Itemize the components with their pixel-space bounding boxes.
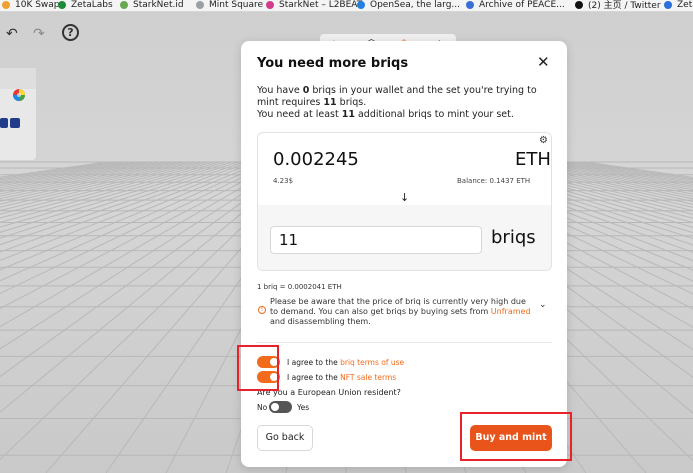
- currency-label: ETH: [515, 149, 551, 170]
- warning-text: and disassembling them.: [270, 317, 371, 326]
- bookmark-item[interactable]: OpenSea, the larg...: [357, 0, 460, 11]
- bookmark-label: Archive of PEACE...: [479, 0, 565, 10]
- color-swatch[interactable]: [0, 118, 8, 128]
- bookmark-item[interactable]: Archive of PEACE...: [466, 0, 565, 11]
- intro-text: additional briqs to mint your set.: [354, 109, 514, 120]
- intro-text: briqs.: [336, 97, 367, 108]
- bookmark-favicon-icon: [266, 0, 274, 9]
- usd-price: 4.23$: [273, 177, 294, 185]
- bookmark-label: Zeta: [677, 0, 693, 10]
- bookmark-favicon-icon: [575, 0, 583, 9]
- bookmark-label: ZetaLabs: [71, 0, 113, 10]
- bookmark-favicon-icon: [196, 0, 204, 9]
- briq-terms-label: I agree to the briq terms of use: [287, 358, 404, 367]
- intro-text: You have: [257, 85, 303, 96]
- eu-yes-label: Yes: [297, 403, 310, 412]
- agree-text: I agree to the: [287, 373, 341, 382]
- price-section: ⚙ 0.002245 ETH 4.23$ Balance: 0.1437 ETH…: [258, 133, 551, 205]
- eu-resident-toggle[interactable]: [269, 401, 292, 413]
- bookmark-label: OpenSea, the larg...: [370, 0, 461, 10]
- eth-price: 0.002245: [273, 149, 359, 170]
- nft-terms-link[interactable]: NFT sale terms: [340, 373, 396, 382]
- quantity-section: briqs: [258, 205, 551, 270]
- nft-terms-label: I agree to the NFT sale terms: [287, 373, 396, 382]
- bookmark-label: StarkNet – L2BEAT: [279, 0, 363, 10]
- warning-text: Please be aware that the price of briq i…: [270, 297, 526, 316]
- palette-panel: [0, 68, 36, 160]
- bookmark-item[interactable]: ZetaLabs: [58, 0, 113, 11]
- arrow-down-icon: ↓: [400, 191, 410, 204]
- bookmark-label: StarkNet.id: [133, 0, 184, 10]
- bookmark-item[interactable]: (2) 主页 / Twitter: [575, 0, 661, 11]
- highlight-mint: [460, 412, 572, 461]
- exchange-rate: 1 briq = 0.0002041 ETH: [257, 283, 342, 291]
- dialog-intro: You have 0 briqs in your wallet and the …: [257, 85, 557, 121]
- divider: [257, 342, 552, 343]
- redo-icon[interactable]: ↷: [33, 26, 45, 42]
- warning-icon: !: [258, 306, 266, 314]
- bookmark-favicon-icon: [466, 0, 474, 9]
- bookmark-item[interactable]: Mint Square: [196, 0, 263, 11]
- undo-icon[interactable]: ↶: [6, 26, 18, 42]
- needed-count: 11: [341, 109, 355, 120]
- price-warning: Please be aware that the price of briq i…: [270, 297, 534, 327]
- wallet-balance: Balance: 0.1437 ETH: [457, 177, 531, 185]
- mint-dialog: You need more briqs ✕ You have 0 briqs i…: [241, 41, 567, 467]
- required-count: 11: [323, 97, 337, 108]
- intro-text: You need at least: [257, 109, 342, 120]
- briq-terms-link[interactable]: briq terms of use: [340, 358, 404, 367]
- bookmark-favicon-icon: [2, 0, 10, 9]
- quantity-input[interactable]: [270, 226, 482, 254]
- color-wheel-icon[interactable]: [12, 88, 26, 102]
- highlight-terms: [237, 345, 279, 391]
- quote-box: ⚙ 0.002245 ETH 4.23$ Balance: 0.1437 ETH…: [257, 132, 552, 271]
- help-icon[interactable]: ?: [62, 24, 79, 41]
- chevron-down-icon[interactable]: ⌄: [539, 300, 547, 310]
- palette-header: [0, 68, 36, 89]
- bookmarks-bar: 10K Swap ZetaLabs StarkNet.id Mint Square St…: [0, 0, 693, 12]
- dialog-title: You need more briqs: [257, 56, 409, 71]
- color-swatch[interactable]: [10, 118, 20, 128]
- close-icon[interactable]: ✕: [537, 53, 550, 71]
- settings-icon[interactable]: ⚙: [539, 135, 548, 146]
- eu-no-label: No: [257, 403, 268, 412]
- bookmark-label: (2) 主页 / Twitter: [588, 1, 661, 11]
- bookmark-favicon-icon: [357, 0, 365, 9]
- bookmark-item[interactable]: StarkNet – L2BEAT: [266, 0, 362, 11]
- unframed-link[interactable]: Unframed: [491, 307, 531, 316]
- agree-text: I agree to the: [287, 358, 341, 367]
- bookmark-label: 10K Swap: [15, 0, 60, 10]
- bookmark-item[interactable]: 10K Swap: [2, 0, 60, 11]
- bookmark-label: Mint Square: [209, 0, 264, 10]
- bookmark-favicon-icon: [120, 0, 128, 9]
- unit-label: briqs: [491, 227, 536, 248]
- bookmark-item[interactable]: Zeta: [664, 0, 693, 11]
- bookmark-favicon-icon: [58, 0, 66, 9]
- bookmark-item[interactable]: StarkNet.id: [120, 0, 184, 11]
- go-back-button[interactable]: Go back: [257, 425, 313, 451]
- bookmark-favicon-icon: [664, 0, 672, 9]
